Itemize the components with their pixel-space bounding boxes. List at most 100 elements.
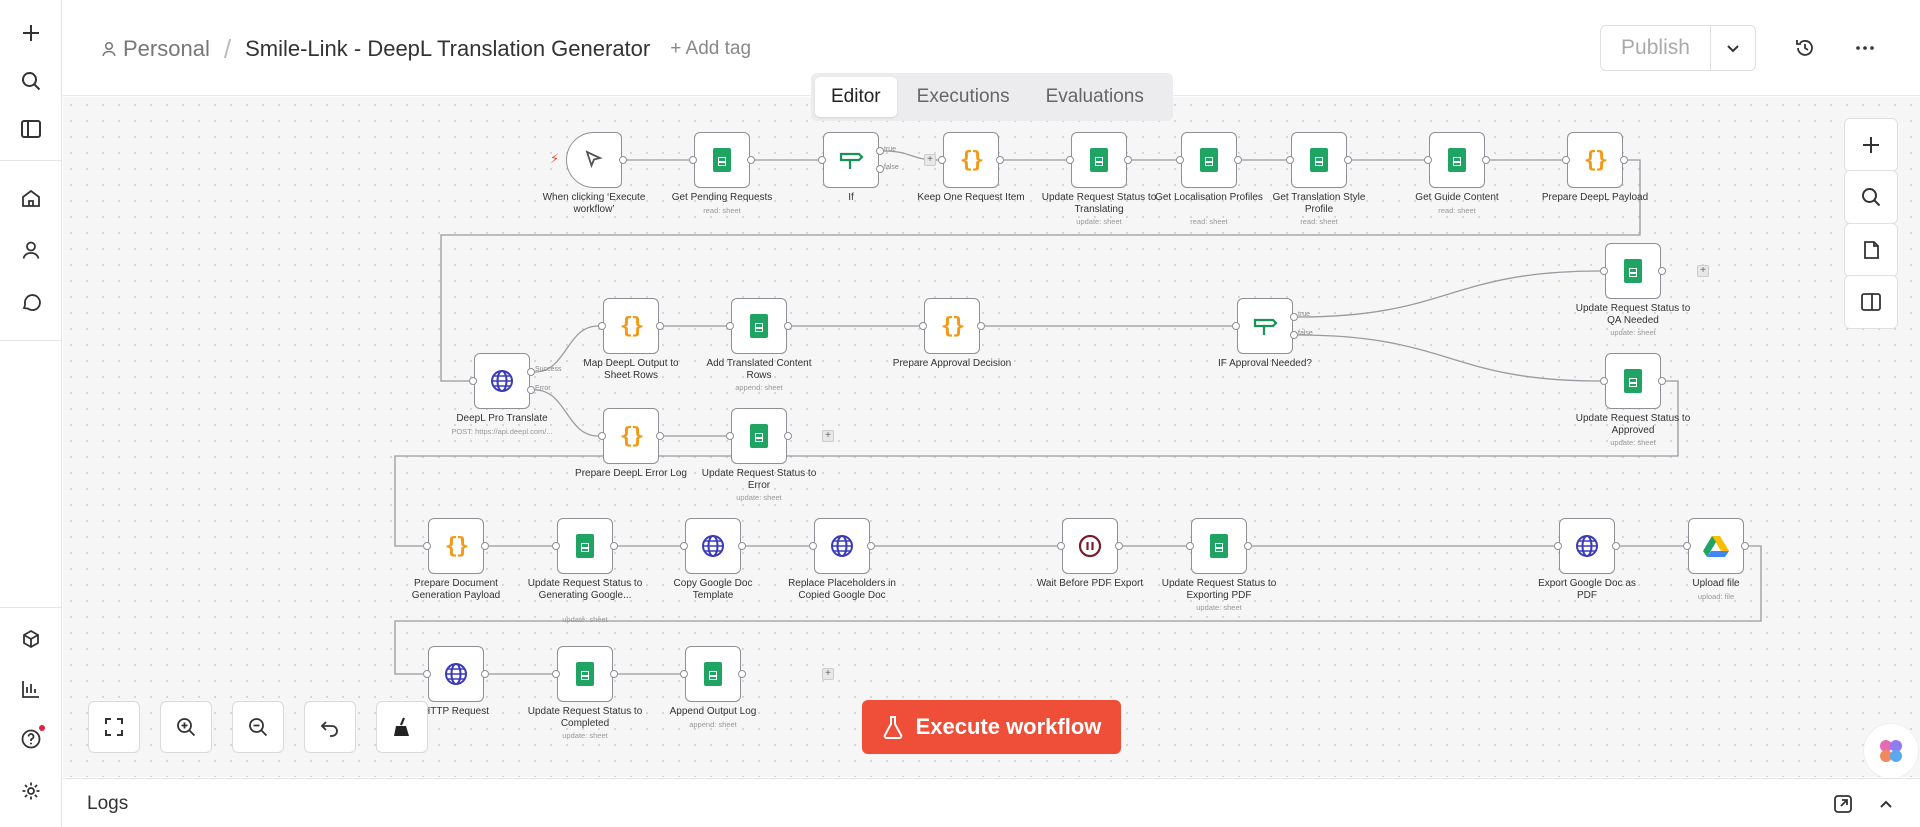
chat-icon[interactable] bbox=[13, 284, 49, 320]
insights-icon[interactable] bbox=[13, 671, 49, 707]
zoom-out-button[interactable] bbox=[232, 701, 284, 753]
output-port[interactable] bbox=[619, 156, 627, 164]
output-port-false[interactable] bbox=[876, 165, 884, 173]
input-port[interactable] bbox=[552, 670, 560, 678]
input-port[interactable] bbox=[598, 432, 606, 440]
output-port[interactable] bbox=[610, 670, 618, 678]
logs-panel[interactable]: Logs bbox=[63, 778, 1920, 827]
output-port[interactable] bbox=[1344, 156, 1352, 164]
output-port[interactable] bbox=[867, 542, 875, 550]
sticky-note-icon[interactable] bbox=[1844, 223, 1898, 277]
output-port[interactable] bbox=[1658, 267, 1666, 275]
input-port[interactable] bbox=[689, 156, 697, 164]
output-port[interactable] bbox=[1620, 156, 1628, 164]
templates-icon[interactable] bbox=[13, 621, 49, 657]
output-port[interactable] bbox=[610, 542, 618, 550]
node-upload-file[interactable] bbox=[1688, 518, 1744, 574]
input-port[interactable] bbox=[552, 542, 560, 550]
zoom-in-button[interactable] bbox=[160, 701, 212, 753]
input-port[interactable] bbox=[1562, 156, 1570, 164]
node-get-guide-content[interactable] bbox=[1429, 132, 1485, 188]
tidy-up-button[interactable] bbox=[376, 701, 428, 753]
output-port[interactable] bbox=[738, 542, 746, 550]
project-link[interactable]: Personal bbox=[101, 36, 210, 62]
node-append-output-log[interactable] bbox=[685, 646, 741, 702]
node-get-translation-style[interactable] bbox=[1291, 132, 1347, 188]
user-icon[interactable] bbox=[13, 232, 49, 268]
input-port[interactable] bbox=[1554, 542, 1562, 550]
node-get-pending-requests[interactable] bbox=[694, 132, 750, 188]
add-connection-button[interactable]: + bbox=[822, 668, 834, 680]
input-port[interactable] bbox=[598, 322, 606, 330]
output-port[interactable] bbox=[977, 322, 985, 330]
output-port[interactable] bbox=[1244, 542, 1252, 550]
chevron-up-icon[interactable] bbox=[1875, 793, 1897, 820]
input-port[interactable] bbox=[938, 156, 946, 164]
history-icon[interactable] bbox=[1786, 29, 1824, 67]
input-port[interactable] bbox=[1176, 156, 1184, 164]
assistant-icon[interactable] bbox=[1863, 723, 1919, 777]
output-port[interactable] bbox=[784, 322, 792, 330]
output-port[interactable] bbox=[1741, 542, 1749, 550]
input-port[interactable] bbox=[1232, 322, 1240, 330]
node-manual-trigger[interactable] bbox=[566, 132, 622, 188]
add-icon[interactable] bbox=[13, 15, 49, 51]
output-port[interactable] bbox=[784, 432, 792, 440]
node-update-approved[interactable] bbox=[1605, 353, 1661, 409]
output-port[interactable] bbox=[656, 432, 664, 440]
node-update-completed[interactable] bbox=[557, 646, 613, 702]
workflow-name[interactable]: Smile-Link - DeepL Translation Generator bbox=[245, 36, 650, 62]
input-port[interactable] bbox=[1286, 156, 1294, 164]
tab-evaluations[interactable]: Evaluations bbox=[1030, 77, 1160, 117]
node-map-deepl-output[interactable]: {} bbox=[603, 298, 659, 354]
input-port[interactable] bbox=[919, 322, 927, 330]
input-port[interactable] bbox=[1057, 542, 1065, 550]
help-icon[interactable] bbox=[13, 721, 49, 757]
node-update-error[interactable] bbox=[731, 408, 787, 464]
node-prepare-approval[interactable]: {} bbox=[924, 298, 980, 354]
input-port[interactable] bbox=[1066, 156, 1074, 164]
input-port[interactable] bbox=[818, 156, 826, 164]
node-copy-google-doc[interactable] bbox=[685, 518, 741, 574]
input-port[interactable] bbox=[423, 542, 431, 550]
input-port[interactable] bbox=[680, 542, 688, 550]
input-port[interactable] bbox=[726, 432, 734, 440]
output-port[interactable] bbox=[1115, 542, 1123, 550]
output-port[interactable] bbox=[1658, 377, 1666, 385]
home-icon[interactable] bbox=[13, 180, 49, 216]
node-get-localisation-profiles[interactable] bbox=[1181, 132, 1237, 188]
output-port[interactable] bbox=[656, 322, 664, 330]
node-update-translating[interactable] bbox=[1071, 132, 1127, 188]
node-update-exporting-pdf[interactable] bbox=[1191, 518, 1247, 574]
input-port[interactable] bbox=[423, 670, 431, 678]
tab-editor[interactable]: Editor bbox=[815, 77, 897, 117]
input-port[interactable] bbox=[1600, 267, 1608, 275]
add-node-icon[interactable] bbox=[1844, 118, 1898, 172]
add-connection-button[interactable]: + bbox=[822, 430, 834, 442]
add-connection-button[interactable]: + bbox=[1697, 265, 1709, 277]
add-tag-link[interactable]: + Add tag bbox=[670, 38, 751, 60]
node-update-generating[interactable] bbox=[557, 518, 613, 574]
publish-dropdown-button[interactable] bbox=[1711, 26, 1755, 70]
undo-button[interactable] bbox=[304, 701, 356, 753]
more-options-icon[interactable] bbox=[1846, 29, 1884, 67]
node-prepare-deepl-payload[interactable]: {} bbox=[1567, 132, 1623, 188]
output-port[interactable] bbox=[481, 670, 489, 678]
output-port-false[interactable] bbox=[527, 386, 535, 394]
output-port[interactable] bbox=[1612, 542, 1620, 550]
input-port[interactable] bbox=[1683, 542, 1691, 550]
search-nodes-icon[interactable] bbox=[1844, 170, 1898, 224]
output-port[interactable] bbox=[1482, 156, 1490, 164]
node-keep-one-request[interactable]: {} bbox=[943, 132, 999, 188]
output-port[interactable] bbox=[996, 156, 1004, 164]
input-port[interactable] bbox=[1424, 156, 1432, 164]
node-deepl-pro-translate[interactable] bbox=[474, 353, 530, 409]
input-port[interactable] bbox=[1600, 377, 1608, 385]
input-port[interactable] bbox=[469, 377, 477, 385]
node-if-approval-needed[interactable] bbox=[1237, 298, 1293, 354]
search-icon[interactable] bbox=[13, 63, 49, 99]
input-port[interactable] bbox=[726, 322, 734, 330]
node-if[interactable] bbox=[823, 132, 879, 188]
input-port[interactable] bbox=[1186, 542, 1194, 550]
open-logs-icon[interactable] bbox=[1832, 793, 1854, 820]
